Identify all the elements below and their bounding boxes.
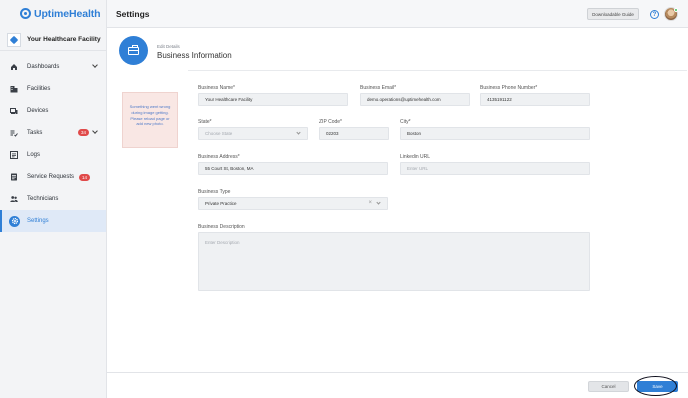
sidebar: UptimeHealth Your Healthcare Facility Da… — [0, 0, 107, 398]
sidebar-item-label: Logs — [27, 152, 41, 158]
business-email-input[interactable]: demo.operations@uptimehealth.com — [360, 93, 470, 106]
image-error-placeholder[interactable]: Something went wrong during image gettin… — [122, 92, 178, 148]
save-button[interactable]: Save — [637, 381, 678, 392]
business-address-label: Business Address* — [198, 154, 240, 160]
state-select-placeholder: Choose State — [205, 131, 233, 136]
technicians-icon — [10, 195, 18, 203]
business-phone-input[interactable]: 4135191122 — [480, 93, 590, 106]
sidebar-item-technicians[interactable]: Technicians — [0, 188, 106, 210]
zip-code-label: ZIP Code* — [319, 119, 342, 125]
facility-name: Your Healthcare Facility — [27, 36, 101, 43]
chevron-down-icon — [296, 130, 301, 135]
gear-icon — [9, 215, 20, 227]
business-type-value: Private Practice — [205, 201, 237, 206]
app-logo[interactable]: UptimeHealth — [0, 0, 106, 27]
sidebar-item-label: Devices — [27, 108, 49, 114]
sidebar-item-tasks[interactable]: Tasks 34 — [0, 122, 106, 144]
section-eyebrow: Edit Details — [157, 44, 180, 49]
home-icon — [10, 63, 18, 71]
logs-icon — [10, 151, 18, 159]
chevron-down-icon — [376, 200, 381, 205]
section-divider — [188, 70, 687, 71]
sidebar-item-service-requests[interactable]: Service Requests 14 — [0, 166, 106, 188]
zip-code-input[interactable]: 02203 — [319, 127, 389, 140]
page-title: Settings — [116, 9, 150, 19]
downloadable-guide-button[interactable]: Downloadable Guide — [587, 8, 639, 20]
state-select[interactable]: Choose State — [198, 127, 308, 140]
briefcase-icon — [119, 36, 148, 65]
tasks-count-badge: 34 — [78, 129, 90, 136]
sidebar-item-logs[interactable]: Logs — [0, 144, 106, 166]
sidebar-item-label: Technicians — [27, 196, 59, 202]
building-icon — [10, 85, 18, 93]
sidebar-item-devices[interactable]: Devices — [0, 100, 106, 122]
sidebar-item-facilities[interactable]: Facilities — [0, 78, 106, 100]
chevron-down-icon[interactable] — [92, 62, 98, 68]
sidebar-item-dashboards[interactable]: Dashboards — [0, 56, 106, 78]
business-description-textarea[interactable]: Enter Description — [198, 232, 590, 291]
facility-switcher[interactable]: Your Healthcare Facility — [0, 29, 106, 51]
form-footer: Cancel Save — [107, 372, 688, 398]
help-icon[interactable]: ? — [650, 10, 659, 19]
cancel-button[interactable]: Cancel — [588, 381, 629, 392]
city-input[interactable]: Boston — [400, 127, 590, 140]
logo-icon — [20, 8, 31, 19]
tasks-icon — [10, 129, 18, 137]
state-label: State* — [198, 119, 212, 125]
sidebar-nav: Dashboards Facilities Devices Tasks 34 L… — [0, 56, 106, 232]
business-description-label: Business Description — [198, 224, 245, 230]
clear-icon[interactable]: × — [368, 200, 372, 206]
sidebar-item-label: Dashboards — [27, 64, 60, 70]
main-content: Edit Details Business Information Someth… — [107, 28, 688, 398]
sidebar-item-label: Tasks — [27, 130, 43, 136]
facility-logo-icon — [7, 32, 21, 47]
business-name-label: Business Name* — [198, 85, 235, 91]
business-email-label: Business Email* — [360, 85, 397, 91]
service-request-icon — [10, 173, 18, 181]
city-label: City* — [400, 119, 411, 125]
devices-icon — [10, 107, 18, 115]
sidebar-item-label: Facilities — [27, 86, 51, 92]
linkedin-url-input[interactable]: Enter URL — [400, 162, 590, 175]
sidebar-item-label: Settings — [27, 218, 49, 224]
top-bar: Settings Downloadable Guide ? — [107, 0, 688, 28]
chevron-down-icon[interactable] — [92, 128, 98, 134]
section-title: Business Information — [157, 51, 232, 60]
business-address-input[interactable]: 55 Court St, Boston, MA — [198, 162, 388, 175]
service-requests-count-badge: 14 — [79, 173, 91, 181]
business-type-select[interactable]: Private Practice × — [198, 197, 388, 210]
business-phone-label: Business Phone Number* — [480, 85, 538, 91]
sidebar-item-label: Service Requests — [27, 174, 75, 180]
linkedin-url-label: Linkedin URL — [400, 154, 431, 160]
logo-text: UptimeHealth — [34, 7, 101, 20]
sidebar-item-settings[interactable]: Settings — [0, 210, 106, 232]
business-name-input[interactable]: Your Healthcare Facility — [198, 93, 348, 106]
online-status-icon — [674, 8, 678, 12]
business-type-label: Business Type — [198, 189, 231, 195]
